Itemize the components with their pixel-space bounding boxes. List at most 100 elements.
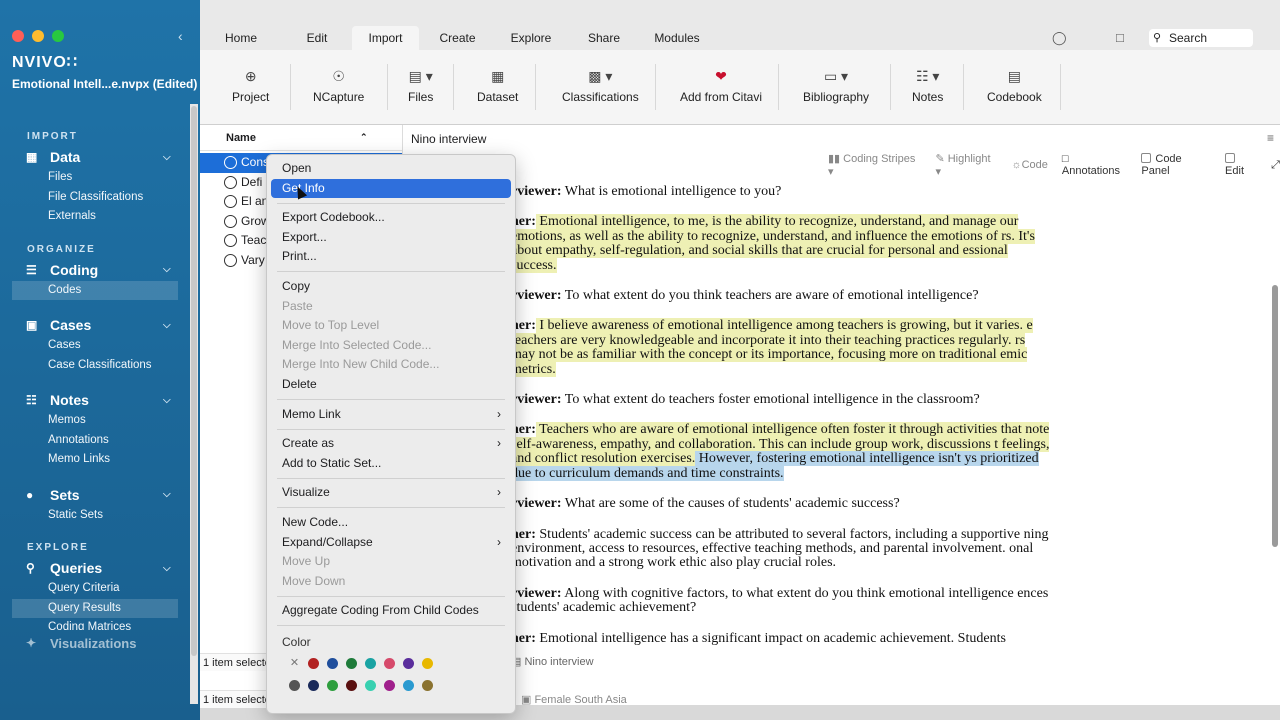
transcript-paragraph[interactable]: her: Teachers who are aware of emotional… (511, 422, 1051, 481)
add-from-citavi-button[interactable]: ❤ Add from Citavi (680, 68, 762, 104)
menu-item-create-as[interactable]: Create as › (271, 434, 511, 454)
nav-group-cases[interactable]: ▣ Cases ⌵ (0, 314, 190, 336)
transcript-paragraph[interactable]: rviewer: What is emotional intelligence … (511, 184, 1051, 199)
menu-item-copy[interactable]: Copy (271, 277, 511, 297)
code-panel-checkbox[interactable]: Code Panel (1141, 153, 1211, 177)
color-swatch[interactable] (327, 680, 338, 692)
transcript-paragraph[interactable]: her: Emotional intelligence, to me, is t… (511, 214, 1051, 273)
tab-explore[interactable]: Explore (496, 26, 566, 50)
color-swatch[interactable] (384, 680, 395, 692)
color-swatch[interactable] (308, 680, 319, 692)
menu-item-memo-link[interactable]: Memo Link › (271, 405, 511, 425)
bibliography-button[interactable]: ▭ ▾ Bibliography (803, 68, 869, 104)
close-window-button[interactable] (12, 30, 24, 42)
search-input[interactable]: ⚲ Search (1149, 29, 1253, 47)
color-swatch[interactable] (422, 658, 433, 670)
color-swatch[interactable] (403, 658, 414, 670)
sidebar-item-codes[interactable]: Codes (12, 280, 178, 300)
color-swatch[interactable] (346, 680, 357, 692)
color-swatch[interactable] (308, 658, 319, 670)
edit-checkbox[interactable]: Edit (1225, 153, 1257, 177)
color-swatch[interactable] (403, 680, 414, 692)
tab-home[interactable]: Home (200, 26, 282, 50)
sidebar-item-query-results[interactable]: Query Results (12, 598, 178, 618)
chevron-down-icon[interactable]: ⌵ (163, 264, 171, 275)
sidebar-item-coding-matrices[interactable]: Coding Matrices (0, 618, 190, 630)
sidebar-item-cases[interactable]: Cases (0, 336, 190, 356)
sidebar-item-file-classifications[interactable]: File Classifications (0, 188, 190, 208)
color-swatch[interactable] (422, 680, 433, 692)
annotations-button[interactable]: □ Annotations (1062, 153, 1127, 177)
nav-group-data[interactable]: ▦ Data ⌵ (0, 146, 190, 168)
sidebar-item-static-sets[interactable]: Static Sets (0, 506, 190, 526)
minimize-window-button[interactable] (32, 30, 44, 42)
nav-group-coding[interactable]: ☰ Coding ⌵ (0, 259, 190, 281)
sort-up-icon[interactable]: ⌃ (360, 132, 368, 143)
dataset-button[interactable]: ▦ Dataset (477, 68, 518, 104)
sidebar-item-externals[interactable]: Externals (0, 207, 190, 227)
chevron-down-icon[interactable]: ⌵ (163, 320, 171, 331)
chevron-down-icon[interactable]: ⌵ (163, 395, 171, 406)
codebook-button[interactable]: ▤ Codebook (987, 68, 1042, 104)
nav-group-notes[interactable]: ☷ Notes ⌵ (0, 389, 190, 411)
color-swatch[interactable] (289, 680, 300, 692)
sidebar-item-case-classifications[interactable]: Case Classifications (0, 356, 190, 376)
notes-button[interactable]: ☷ ▾ Notes (912, 68, 943, 104)
tab-modules[interactable]: Modules (642, 26, 712, 50)
color-swatch[interactable] (384, 658, 395, 670)
menu-item-print[interactable]: Print... (271, 247, 511, 267)
code-button[interactable]: ☼Code (1012, 159, 1048, 171)
color-swatch[interactable] (327, 658, 338, 670)
color-swatch[interactable] (365, 680, 376, 692)
sidebar-item-files[interactable]: Files (0, 168, 190, 188)
sidebar-item-memos[interactable]: Memos (0, 411, 190, 431)
tab-import[interactable]: Import (352, 26, 419, 50)
document-text[interactable]: rviewer: What is emotional intelligence … (511, 184, 1051, 662)
collapse-sidebar-icon[interactable]: ‹ (178, 28, 183, 44)
transcript-paragraph[interactable]: rviewer: Along with cognitive factors, t… (511, 586, 1051, 616)
nav-group-queries[interactable]: ⚲ Queries ⌵ (0, 557, 190, 579)
nav-group-visualizations[interactable]: ✦ Visualizations (0, 630, 190, 656)
color-swatch[interactable] (346, 658, 357, 670)
menu-item-visualize[interactable]: Visualize › (271, 483, 511, 503)
nav-group-sets[interactable]: ● Sets ⌵ (0, 484, 190, 506)
comment-icon[interactable]: □ (1116, 30, 1124, 45)
chevron-down-icon[interactable]: ⌵ (163, 152, 171, 163)
account-icon[interactable]: ◯ (1052, 30, 1067, 46)
transcript-paragraph[interactable]: her: Students' academic success can be a… (511, 527, 1051, 571)
sidebar-scrollbar[interactable] (190, 104, 198, 704)
chevron-down-icon[interactable]: ⌵ (163, 563, 171, 574)
tab-create[interactable]: Create (419, 26, 496, 50)
expand-icon[interactable]: ⤢ (1271, 159, 1280, 172)
sidebar-item-memo-links[interactable]: Memo Links (0, 450, 190, 470)
transcript-paragraph[interactable]: rviewer: To what extent do you think tea… (511, 288, 1051, 303)
tab-share[interactable]: Share (566, 26, 642, 50)
menu-item-open[interactable]: Open (271, 159, 511, 179)
transcript-paragraph[interactable]: rviewer: To what extent do teachers fost… (511, 392, 1051, 407)
list-menu-icon[interactable]: ≡ (1267, 131, 1274, 145)
menu-item-add-to-static-set[interactable]: Add to Static Set... (271, 454, 511, 474)
chevron-down-icon[interactable]: ⌵ (163, 489, 171, 500)
menu-item-export[interactable]: Export... (271, 228, 511, 248)
menu-item-aggregate-coding-from-child-codes[interactable]: Aggregate Coding From Child Codes (271, 601, 511, 621)
menu-item-new-code[interactable]: New Code... (271, 513, 511, 533)
transcript-paragraph[interactable]: rviewer: What are some of the causes of … (511, 496, 1051, 511)
highlight-button[interactable]: ✎ Highlight ▾ (935, 152, 997, 178)
color-swatch[interactable] (365, 658, 376, 670)
ncapture-button[interactable]: ☉ NCapture (313, 68, 364, 104)
sidebar-item-annotations[interactable]: Annotations (0, 431, 190, 451)
coding-stripes-button[interactable]: ▮▮ Coding Stripes ▾ (828, 152, 921, 178)
classifications-button[interactable]: ▩ ▾ Classifications (562, 68, 639, 104)
menu-item-export-codebook[interactable]: Export Codebook... (271, 208, 511, 228)
no-color-icon[interactable]: ✕ (289, 658, 300, 669)
menu-item-delete[interactable]: Delete (271, 375, 511, 395)
files-button[interactable]: ▤ ▾ Files (408, 68, 433, 104)
transcript-paragraph[interactable]: her: I believe awareness of emotional in… (511, 318, 1051, 377)
project-button[interactable]: ⊕ Project (232, 68, 269, 104)
sidebar-item-query-criteria[interactable]: Query Criteria (0, 579, 190, 599)
menu-item-expand-collapse[interactable]: Expand/Collapse › (271, 533, 511, 553)
tab-edit[interactable]: Edit (282, 26, 352, 50)
transcript-paragraph[interactable]: her: Emotional intelligence has a signif… (511, 631, 1051, 646)
zoom-window-button[interactable] (52, 30, 64, 42)
document-scrollbar[interactable] (1269, 185, 1279, 685)
